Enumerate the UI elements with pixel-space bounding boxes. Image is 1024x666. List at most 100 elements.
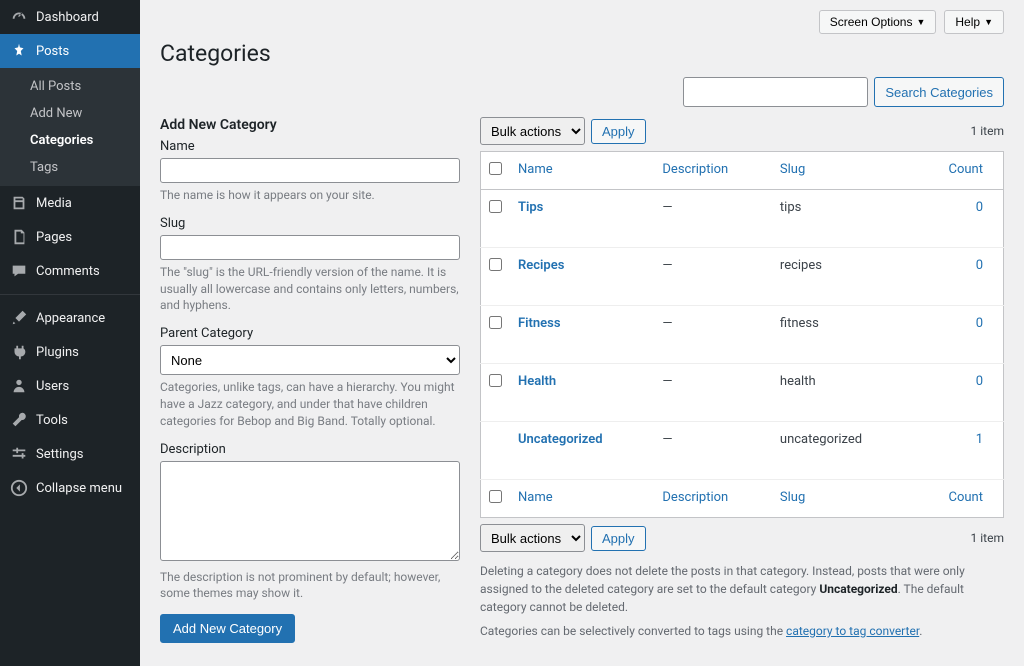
slug-label: Slug [160,216,460,231]
dashboard-icon [10,8,28,26]
page-icon [10,228,28,246]
row-checkbox[interactable] [489,316,502,329]
bulk-action-select-top[interactable]: Bulk actions [480,117,585,145]
menu-appearance[interactable]: Appearance [0,301,140,335]
footer-notes: Deleting a category does not delete the … [480,562,1004,640]
select-all-bottom[interactable] [489,490,502,503]
row-checkbox[interactable] [489,258,502,271]
field-name: Name The name is how it appears on your … [160,139,460,204]
submenu-posts: All Posts Add New Categories Tags [0,68,140,186]
menu-separator [0,294,140,295]
submenu-tags[interactable]: Tags [0,154,140,181]
menu-dashboard[interactable]: Dashboard [0,0,140,34]
category-tag-converter-link[interactable]: category to tag converter [786,624,919,638]
name-label: Name [160,139,460,154]
screen-meta-links: Screen Options▼ Help▼ [160,10,1004,34]
tablenav-bottom: Bulk actions Apply 1 item [480,524,1004,552]
row-count-link[interactable]: 0 [976,316,983,331]
help-button[interactable]: Help ▼ [944,10,1004,34]
media-icon [10,194,28,212]
menu-tools[interactable]: Tools [0,403,140,437]
menu-pages[interactable]: Pages [0,220,140,254]
content-area: Screen Options▼ Help▼ Categories Search … [140,0,1024,666]
row-description: — [654,364,772,422]
column-slug[interactable]: Slug [780,162,805,177]
field-description: Description The description is not promi… [160,442,460,603]
pin-icon [10,42,28,60]
row-checkbox[interactable] [489,200,502,213]
menu-label: Tools [36,413,68,428]
menu-settings[interactable]: Settings [0,437,140,471]
row-name-link[interactable]: Recipes [518,258,564,273]
column-name[interactable]: Name [518,162,553,177]
menu-label: Appearance [36,311,105,326]
search-row: Search Categories [160,77,1004,107]
parent-select[interactable]: None [160,345,460,375]
table-row: Fitness—fitness0 [481,306,1004,364]
row-slug: health [772,364,913,422]
select-all-top[interactable] [489,162,502,175]
screen-options-label: Screen Options [830,15,913,29]
row-description: — [654,422,772,480]
submenu-add-new[interactable]: Add New [0,100,140,127]
menu-users[interactable]: Users [0,369,140,403]
field-parent: Parent Category None Categories, unlike … [160,326,460,429]
search-categories-button[interactable]: Search Categories [874,77,1004,107]
menu-collapse[interactable]: Collapse menu [0,471,140,505]
menu-label: Collapse menu [36,481,122,496]
page-title: Categories [160,40,1004,67]
caret-down-icon: ▼ [916,17,925,27]
brush-icon [10,309,28,327]
caret-down-icon: ▼ [984,17,993,27]
table-row: Tips—tips0 [481,190,1004,248]
row-name-link[interactable]: Fitness [518,316,561,331]
plug-icon [10,343,28,361]
row-count-link[interactable]: 0 [976,374,983,389]
row-count-link[interactable]: 1 [976,432,983,447]
menu-label: Plugins [36,345,79,360]
parent-description: Categories, unlike tags, can have a hier… [160,379,460,429]
menu-plugins[interactable]: Plugins [0,335,140,369]
row-name-link[interactable]: Tips [518,200,543,215]
apply-button-top[interactable]: Apply [591,119,646,144]
table-row: Health —health 0 [481,364,1004,422]
screen-options-button[interactable]: Screen Options▼ [819,10,937,34]
column-slug[interactable]: Slug [780,490,805,505]
slug-input[interactable] [160,235,460,260]
apply-button-bottom[interactable]: Apply [591,526,646,551]
description-textarea[interactable] [160,461,460,561]
menu-label: Media [36,196,72,211]
slug-description: The "slug" is the URL-friendly version o… [160,264,460,314]
column-name[interactable]: Name [518,490,553,505]
description-label: Description [160,442,460,457]
help-label: Help [955,15,980,29]
column-count[interactable]: Count [949,490,983,505]
row-name-link[interactable]: Health [518,374,556,389]
row-count-link[interactable]: 0 [976,258,983,273]
column-description[interactable]: Description [662,162,728,177]
add-new-category-button[interactable]: Add New Category [160,614,295,643]
submenu-all-posts[interactable]: All Posts [0,73,140,100]
add-category-form: Add New Category Name The name is how it… [160,117,460,646]
bulk-action-select-bottom[interactable]: Bulk actions [480,524,585,552]
menu-comments[interactable]: Comments [0,254,140,288]
menu-media[interactable]: Media [0,186,140,220]
menu-label: Settings [36,447,83,462]
categories-table: Name Description Slug Count Tips—tips0 Re… [480,151,1004,518]
note-default-cat: Uncategorized [819,582,897,596]
admin-sidebar: Dashboard Posts All Posts Add New Catego… [0,0,140,666]
column-count[interactable]: Count [949,162,983,177]
categories-list: Bulk actions Apply 1 item Name Descripti… [480,117,1004,646]
field-slug: Slug The "slug" is the URL-friendly vers… [160,216,460,314]
row-count-link[interactable]: 0 [976,200,983,215]
sliders-icon [10,445,28,463]
menu-posts[interactable]: Posts [0,34,140,68]
row-checkbox[interactable] [489,374,502,387]
parent-label: Parent Category [160,326,460,341]
name-input[interactable] [160,158,460,183]
column-description[interactable]: Description [662,490,728,505]
submenu-categories[interactable]: Categories [0,127,140,154]
row-name-link[interactable]: Uncategorized [518,432,603,447]
search-input[interactable] [683,77,868,107]
note-text: Categories can be selectively converted … [480,624,786,638]
